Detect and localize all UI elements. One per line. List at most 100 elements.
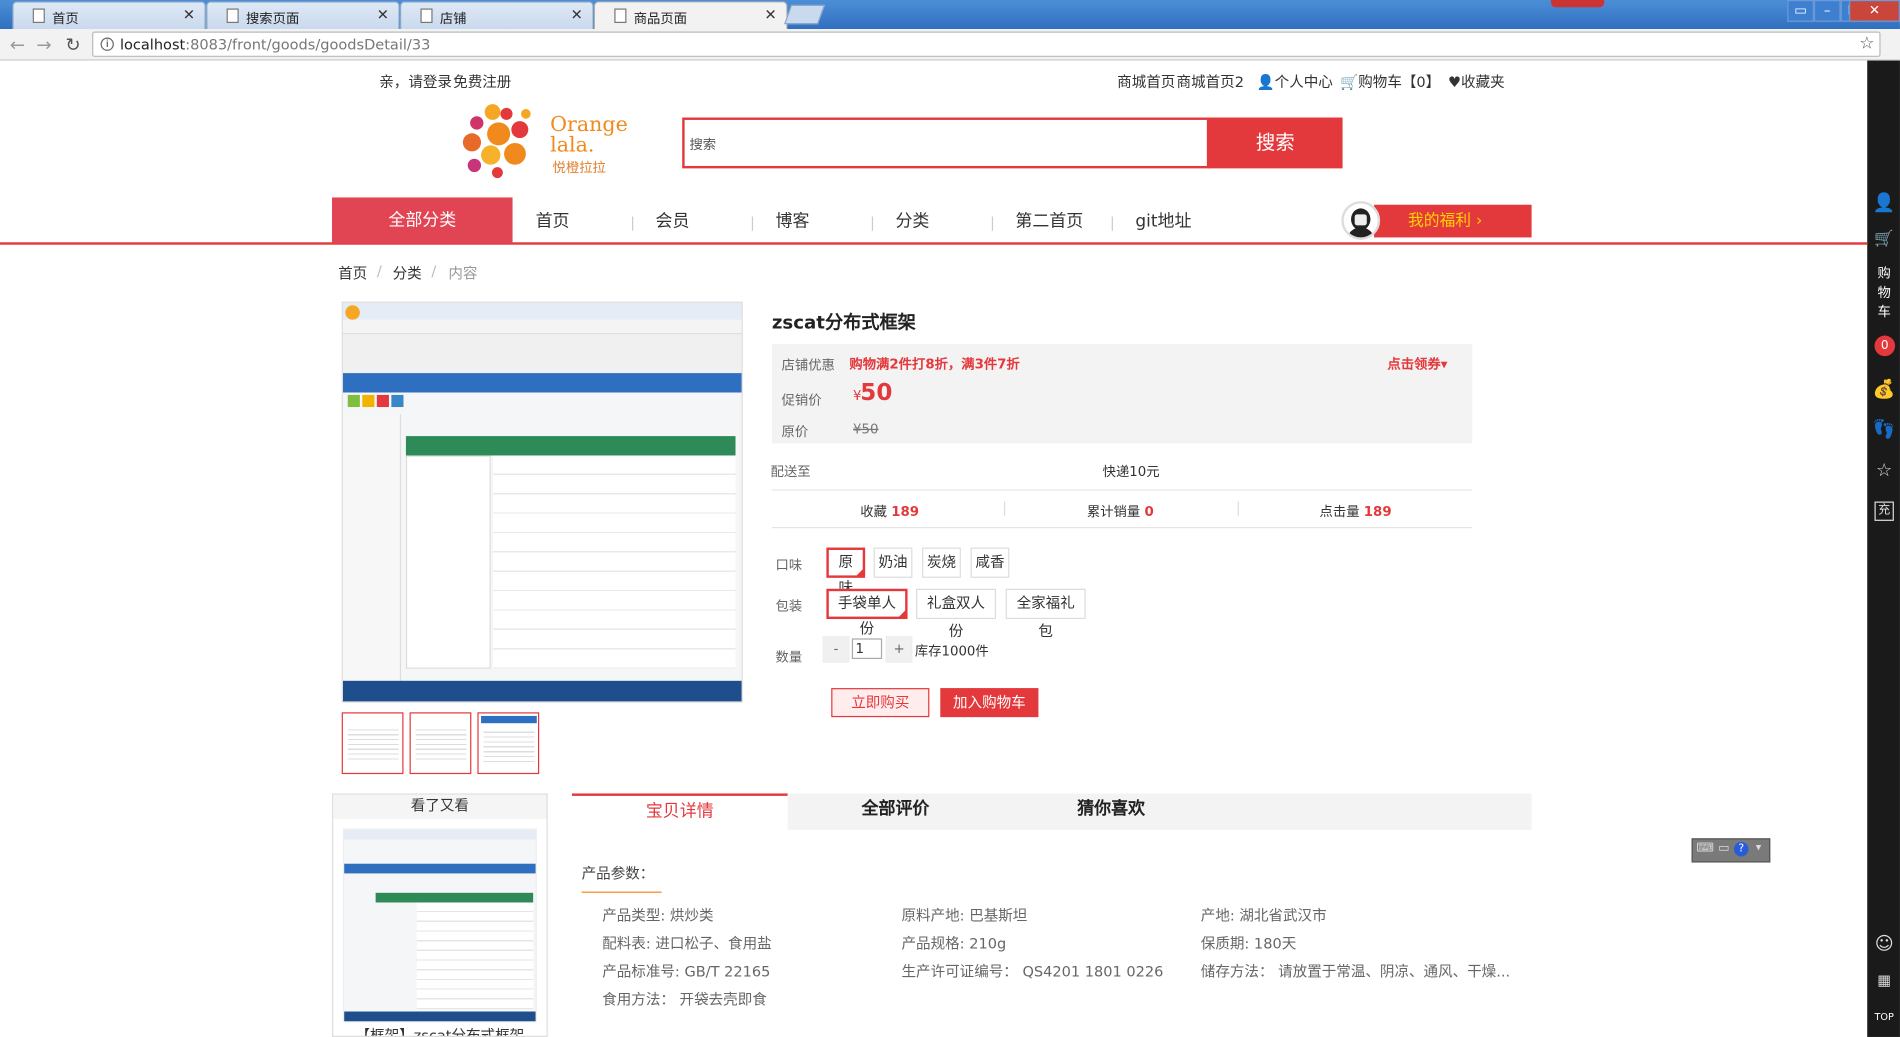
- person-icon: 👤: [1256, 73, 1275, 91]
- breadcrumb-separator: /: [376, 262, 382, 280]
- recharge-icon[interactable]: 充: [1874, 501, 1894, 521]
- get-coupon-link[interactable]: 点击领券▾: [1387, 354, 1447, 373]
- ime-toolbar[interactable]: ⌨ ▭ ? ▾: [1691, 838, 1771, 863]
- nav-second-home[interactable]: 第二首页: [1015, 208, 1083, 232]
- pack-option-family[interactable]: 全家福礼包: [1005, 588, 1086, 640]
- add-to-cart-button[interactable]: 加入购物车: [940, 688, 1039, 718]
- close-icon[interactable]: ✕: [183, 6, 195, 23]
- product-main-image[interactable]: [341, 301, 743, 703]
- stat-label: 累计销量: [1086, 503, 1141, 520]
- help-icon[interactable]: ?: [1733, 841, 1749, 857]
- nav-separator: |: [1109, 214, 1115, 232]
- my-welfare-button[interactable]: 我的福利 ›: [1374, 204, 1532, 238]
- stat-sales: 累计销量 0: [1087, 502, 1154, 521]
- tab-recommend[interactable]: 猜你喜欢: [1003, 793, 1219, 829]
- cart-vertical-label[interactable]: 购物车: [1872, 264, 1896, 322]
- tab-reviews[interactable]: 全部评价: [788, 793, 1004, 829]
- product-thumbnail[interactable]: [341, 712, 404, 775]
- stat-clicks: 点击量 189: [1320, 502, 1392, 521]
- cart-text: 购物车: [1877, 265, 1891, 320]
- product-thumbnail[interactable]: [477, 712, 540, 775]
- product-thumbnail[interactable]: [409, 712, 472, 775]
- minimize-icon[interactable]: –: [1813, 0, 1841, 22]
- keyboard-icon[interactable]: ▭: [1718, 842, 1729, 855]
- mall-home-link[interactable]: 商城首页: [1117, 71, 1175, 92]
- recommend-title: 看了又看: [333, 794, 547, 819]
- recommend-item-image[interactable]: [342, 828, 537, 1023]
- close-icon[interactable]: ✕: [571, 6, 583, 23]
- detail-tabs: 宝贝详情 全部评价 猜你喜欢: [571, 793, 1532, 830]
- back-to-top[interactable]: TOP: [1872, 1012, 1896, 1023]
- register-link[interactable]: 免费注册: [453, 71, 511, 92]
- breadcrumb-home[interactable]: 首页: [338, 263, 367, 284]
- pack-option-single[interactable]: 手袋单人份: [826, 588, 908, 637]
- param-item: 产地: 湖北省武汉市: [1200, 907, 1327, 925]
- logo-slogan: 悦橙拉拉: [552, 159, 606, 176]
- params-heading-underline: [581, 891, 662, 893]
- nav-blog[interactable]: 博客: [775, 208, 809, 232]
- breadcrumb-category[interactable]: 分类: [393, 263, 422, 284]
- star-icon[interactable]: ☆: [1872, 459, 1896, 481]
- flavor-option-cream[interactable]: 奶油: [873, 547, 913, 578]
- bookmark-star-icon[interactable]: ☆: [1859, 34, 1874, 53]
- user-icon[interactable]: ▭: [1787, 0, 1814, 22]
- quantity-input[interactable]: 1: [851, 638, 883, 660]
- cart-icon[interactable]: 🛒: [1872, 230, 1896, 248]
- keyboard-icon[interactable]: ⌨: [1696, 842, 1713, 855]
- close-icon[interactable]: ✕: [377, 6, 389, 23]
- address-bar: ← → ↻ i localhost:8083/front/goods/goods…: [0, 29, 1900, 61]
- quantity-plus-button[interactable]: +: [885, 635, 913, 663]
- menu-icon[interactable]: ▾: [1756, 842, 1761, 854]
- new-tab-button[interactable]: [784, 4, 826, 25]
- logo-mark[interactable]: [460, 104, 535, 179]
- recommend-item-title[interactable]: 【框架】zscat分布式框架: [333, 1025, 546, 1035]
- browser-tab-goods[interactable]: 商品页面 ✕: [593, 1, 788, 30]
- back-icon[interactable]: ←: [10, 34, 25, 56]
- browser-tab-shop[interactable]: 店铺 ✕: [399, 1, 594, 30]
- logo-text[interactable]: Orange lala.: [550, 114, 628, 156]
- close-window-icon[interactable]: ✕: [1849, 0, 1900, 22]
- search-button[interactable]: 搜索: [1208, 117, 1343, 169]
- url-input[interactable]: i localhost:8083/front/goods/goodsDetail…: [92, 31, 1881, 57]
- all-categories-button[interactable]: 全部分类: [332, 197, 513, 244]
- tab-detail[interactable]: 宝贝详情: [571, 793, 788, 830]
- close-icon[interactable]: ✕: [765, 6, 777, 23]
- avatar[interactable]: [1341, 201, 1381, 240]
- user-center-link[interactable]: 👤个人中心: [1257, 71, 1333, 92]
- user-icon[interactable]: 👤: [1872, 191, 1896, 213]
- flavor-option-charcoal[interactable]: 炭烧: [922, 547, 961, 578]
- nav-separator: |: [630, 214, 635, 232]
- flavor-option-original[interactable]: 原味: [826, 547, 866, 596]
- browser-tab-search[interactable]: 搜索页面 ✕: [205, 1, 400, 30]
- buy-now-button[interactable]: 立即购买: [831, 688, 930, 718]
- nav-git[interactable]: git地址: [1135, 208, 1191, 232]
- nav-category[interactable]: 分类: [895, 208, 929, 232]
- nav-home[interactable]: 首页: [536, 208, 570, 232]
- forward-icon[interactable]: →: [36, 34, 51, 56]
- breadcrumb-current: 内容: [448, 265, 478, 283]
- search-input[interactable]: 搜索: [682, 117, 1210, 169]
- original-price-label: 原价: [781, 423, 809, 440]
- mall-home2-link[interactable]: 商城首页2: [1177, 71, 1244, 92]
- params-heading: 产品参数：: [581, 864, 655, 882]
- favorites-link[interactable]: ♥收藏夹: [1448, 71, 1505, 92]
- pack-option-gift[interactable]: 礼盒双人份: [916, 588, 997, 640]
- login-link[interactable]: 亲，请登录: [379, 71, 452, 92]
- qrcode-icon[interactable]: ▦: [1872, 972, 1896, 989]
- quantity-minus-button[interactable]: -: [822, 635, 850, 663]
- stat-divider: |: [1002, 499, 1007, 517]
- nav-separator: |: [870, 214, 875, 232]
- nav-separator: |: [989, 214, 995, 232]
- flavor-option-salty[interactable]: 咸香: [970, 547, 1010, 578]
- money-bag-icon[interactable]: 💰: [1872, 378, 1896, 400]
- browser-tab-home[interactable]: 首页 ✕: [12, 1, 206, 30]
- footprint-icon[interactable]: 👣: [1872, 418, 1896, 440]
- reload-icon[interactable]: ↻: [65, 34, 80, 56]
- info-icon[interactable]: i: [100, 37, 114, 51]
- param-item: 产品类型: 烘炒类: [602, 907, 714, 925]
- cart-link[interactable]: 🛒购物车【0】: [1340, 71, 1440, 92]
- service-icon[interactable]: ☺: [1872, 933, 1896, 955]
- nav-member[interactable]: 会员: [656, 208, 690, 232]
- stock-text: 库存1000件: [914, 643, 989, 660]
- param-item: 原料产地: 巴基斯坦: [901, 907, 1028, 925]
